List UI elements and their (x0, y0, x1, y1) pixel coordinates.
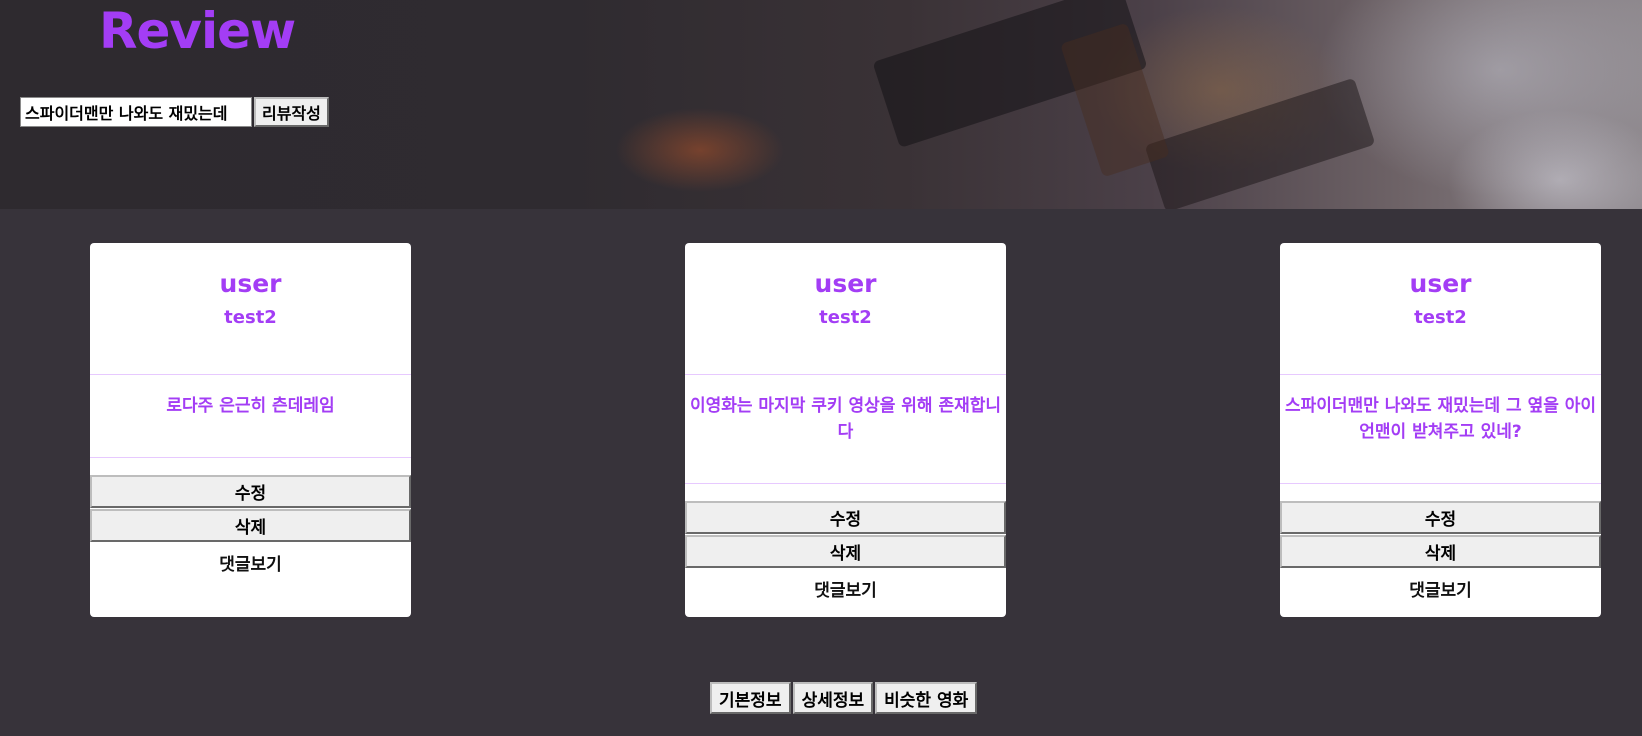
review-author: user (1409, 269, 1472, 298)
detail-info-button[interactable]: 상세정보 (792, 682, 874, 714)
review-author: user (814, 269, 877, 298)
delete-button[interactable]: 삭제 (685, 535, 1006, 568)
hero-background-art-2 (1144, 77, 1376, 209)
review-card: user test2 스파이더맨만 나와도 재밌는데 그 옆을 아이언맨이 받쳐… (1280, 243, 1601, 617)
review-title: test2 (819, 307, 872, 328)
review-input[interactable] (20, 97, 252, 127)
review-content: 로다주 은근히 츤데레임 (90, 375, 411, 458)
view-comments-link[interactable]: 댓글보기 (685, 576, 1006, 601)
delete-button[interactable]: 삭제 (90, 509, 411, 542)
review-card: user test2 로다주 은근히 츤데레임 수정 삭제 댓글보기 (90, 243, 411, 617)
review-actions: 수정 삭제 댓글보기 (90, 458, 411, 575)
hero-background-art-3 (1060, 22, 1170, 178)
review-card-header: user test2 (685, 243, 1006, 375)
edit-button[interactable]: 수정 (90, 475, 411, 508)
review-form: 리뷰작성 (20, 97, 329, 127)
review-card-header: user test2 (90, 243, 411, 375)
review-content: 이영화는 마지막 쿠키 영상을 위해 존재합니다 (685, 375, 1006, 484)
view-comments-link[interactable]: 댓글보기 (90, 550, 411, 575)
edit-button[interactable]: 수정 (1280, 501, 1601, 534)
review-actions: 수정 삭제 댓글보기 (685, 484, 1006, 601)
hero-banner: Review 리뷰작성 (0, 0, 1642, 209)
view-comments-link[interactable]: 댓글보기 (1280, 576, 1601, 601)
movie-info-nav: 기본정보 상세정보 비슷한 영화 (710, 682, 978, 714)
basic-info-button[interactable]: 기본정보 (710, 682, 791, 714)
review-author: user (219, 269, 282, 298)
page-title: Review (99, 2, 296, 60)
review-title: test2 (224, 307, 277, 328)
review-card: user test2 이영화는 마지막 쿠키 영상을 위해 존재합니다 수정 삭… (685, 243, 1006, 617)
delete-button[interactable]: 삭제 (1280, 535, 1601, 568)
similar-movies-button[interactable]: 비슷한 영화 (875, 682, 978, 714)
review-actions: 수정 삭제 댓글보기 (1280, 484, 1601, 601)
review-card-header: user test2 (1280, 243, 1601, 375)
review-content: 스파이더맨만 나와도 재밌는데 그 옆을 아이언맨이 받쳐주고 있네? (1280, 375, 1601, 484)
submit-review-button[interactable]: 리뷰작성 (254, 97, 329, 127)
edit-button[interactable]: 수정 (685, 501, 1006, 534)
review-title: test2 (1414, 307, 1467, 328)
